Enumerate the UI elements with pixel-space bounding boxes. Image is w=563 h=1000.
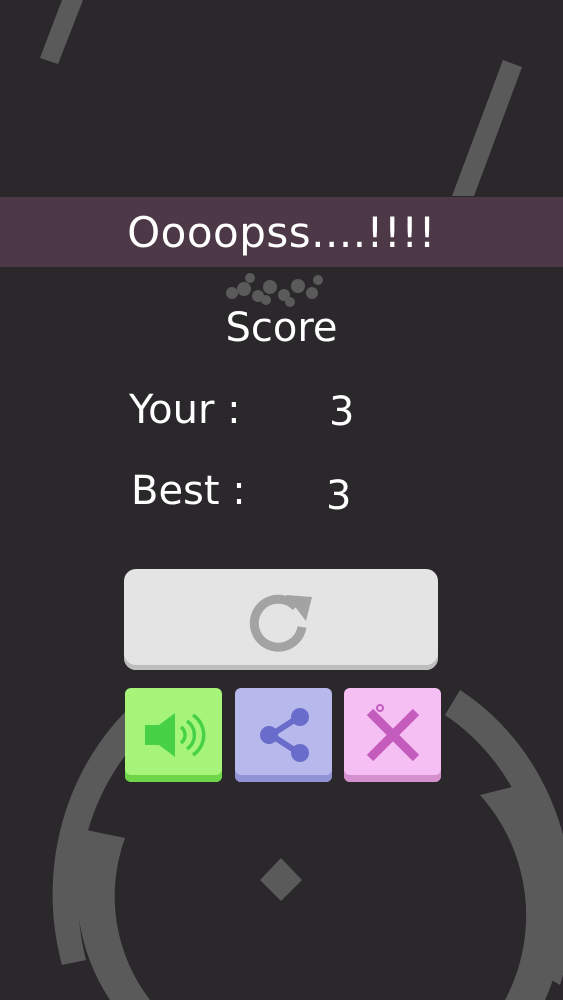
close-button[interactable] (344, 688, 441, 782)
speaker-icon (144, 713, 205, 757)
share-button[interactable] (235, 688, 332, 782)
bg-diamond (260, 858, 302, 901)
game-background (40, 0, 563, 1000)
your-score-label: Your : (129, 387, 241, 433)
close-x-icon (366, 704, 419, 762)
best-score-value: 3 (326, 473, 352, 519)
refresh-icon (249, 594, 312, 652)
bg-bar-top-left (40, 0, 83, 64)
bg-bar-top-right (452, 60, 522, 196)
replay-button[interactable] (124, 569, 438, 670)
bg-inner-arc-left (76, 830, 150, 1000)
sound-toggle-button[interactable] (125, 688, 222, 782)
your-score-value: 3 (329, 389, 355, 435)
score-heading: Score (225, 305, 338, 351)
game-over-banner: Oooopss....!!!! (0, 197, 563, 267)
bg-particles (226, 273, 323, 307)
game-over-title: Oooopss....!!!! (127, 207, 436, 257)
share-icon (259, 708, 309, 762)
best-score-label: Best : (131, 468, 246, 514)
